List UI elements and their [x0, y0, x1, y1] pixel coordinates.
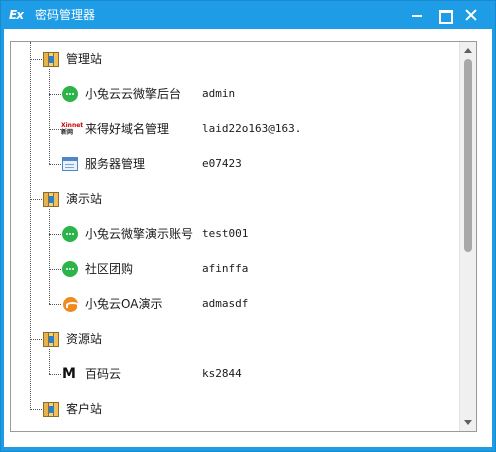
app-icon: Ex [9, 8, 24, 22]
minimize-button[interactable] [406, 5, 428, 25]
tree-line [49, 69, 50, 164]
book-icon [42, 331, 60, 347]
tree-group-label: 资源站 [66, 332, 103, 346]
item-name: 来得好域名管理 [85, 122, 170, 136]
item-name: 小兔云OA演示 [85, 297, 163, 311]
tree-line [30, 42, 31, 408]
window-title: 密码管理器 [35, 8, 96, 22]
password-tree[interactable]: 管理站 小兔云云微擎后台 admin Xinnet 新网 来得好域名管理 laid… [10, 41, 477, 432]
title-bar[interactable]: Ex 密码管理器 [1, 1, 495, 29]
tree-line [49, 349, 50, 374]
tree-line [49, 94, 61, 95]
wechat-icon [61, 86, 79, 102]
item-name: 社区团购 [85, 262, 134, 276]
tree-line [30, 339, 42, 340]
book-icon [42, 51, 60, 67]
wechat-icon [61, 261, 79, 277]
tree-group-label: 管理站 [66, 52, 103, 66]
scroll-thumb[interactable] [464, 59, 472, 252]
tree-line [49, 374, 61, 375]
server-icon [61, 156, 79, 172]
item-account: afinffa [202, 262, 249, 275]
vertical-scrollbar[interactable] [459, 42, 476, 431]
scroll-down-button[interactable] [460, 414, 476, 431]
item-account: ks2844 [202, 367, 242, 380]
tree-line [30, 199, 42, 200]
tree-line [30, 409, 42, 410]
password-manager-window: Ex 密码管理器 管理站 小兔云云微擎后台 admin Xinnet 新网 来得… [0, 0, 496, 452]
item-name: 小兔云云微擎后台 [85, 87, 182, 101]
tree-line [49, 269, 61, 270]
item-name: 百码云 [85, 367, 122, 381]
m-logo-icon: M [62, 366, 76, 382]
item-account: test001 [202, 227, 249, 240]
item-name: 服务器管理 [85, 157, 146, 171]
tree-line [30, 59, 42, 60]
item-account: e07423 [202, 157, 242, 170]
tree-line [49, 164, 61, 165]
tree-line [49, 304, 61, 305]
wechat-icon [61, 226, 79, 242]
item-name: 小兔云微擎演示账号 [85, 227, 194, 241]
scroll-up-button[interactable] [460, 42, 476, 59]
tree-group-label: 演示站 [66, 192, 103, 206]
maximize-button[interactable] [433, 5, 455, 25]
tree-line [49, 129, 61, 130]
oa-icon [61, 296, 79, 312]
client-area: 管理站 小兔云云微擎后台 admin Xinnet 新网 来得好域名管理 laid… [4, 29, 492, 447]
xinnet-icon: Xinnet 新网 [61, 122, 84, 136]
tree-line [49, 234, 61, 235]
item-account: admasdf [202, 297, 249, 310]
item-account: admin [202, 87, 236, 100]
close-button[interactable] [460, 5, 482, 25]
item-account: laid22o163@163. [202, 122, 302, 135]
book-icon [42, 401, 60, 417]
tree-group-label: 客户站 [66, 402, 103, 416]
tree-line [49, 209, 50, 304]
book-icon [42, 191, 60, 207]
